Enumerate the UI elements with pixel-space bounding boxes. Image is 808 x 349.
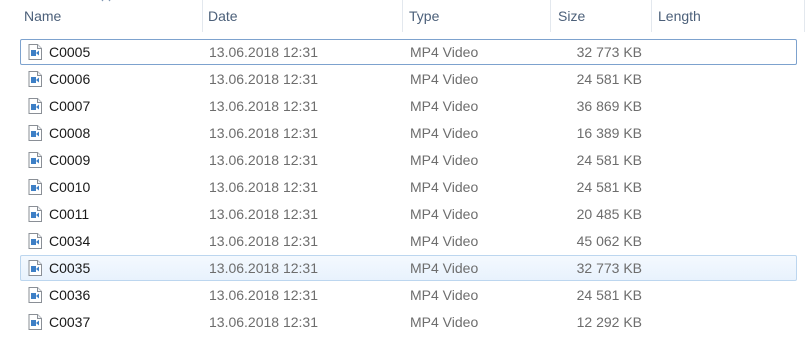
column-header-length[interactable]: Length xyxy=(654,0,804,32)
file-size: 45 062 KB xyxy=(576,233,642,249)
file-type: MP4 Video xyxy=(410,233,479,249)
file-name: C0034 xyxy=(49,233,91,249)
file-date: 13.06.2018 12:31 xyxy=(209,98,318,114)
column-divider[interactable] xyxy=(804,0,805,32)
video-file-icon xyxy=(28,152,42,168)
file-name: C0036 xyxy=(49,287,91,303)
file-name: C0006 xyxy=(49,71,91,87)
file-name: C0005 xyxy=(49,44,91,60)
file-size: 32 773 KB xyxy=(576,260,642,276)
column-header-type[interactable]: Type xyxy=(405,0,550,32)
video-file-icon xyxy=(28,233,42,249)
file-name: C0009 xyxy=(49,152,91,168)
column-header-size[interactable]: Size xyxy=(554,0,650,32)
file-name: C0011 xyxy=(49,206,90,222)
column-header-bar: Name Date Type Size Length xyxy=(0,0,808,34)
file-row[interactable]: C0036 13.06.2018 12:31 MP4 Video 24 581 … xyxy=(20,282,797,308)
file-type: MP4 Video xyxy=(410,98,479,114)
column-header-name[interactable]: Name xyxy=(20,0,202,32)
file-date: 13.06.2018 12:31 xyxy=(209,206,318,222)
file-size: 12 292 KB xyxy=(576,314,642,330)
file-row[interactable]: C0011 13.06.2018 12:31 MP4 Video 20 485 … xyxy=(20,201,797,227)
column-header-date[interactable]: Date xyxy=(204,0,402,32)
file-size: 24 581 KB xyxy=(576,152,642,168)
file-type: MP4 Video xyxy=(410,260,479,276)
file-row[interactable]: C0035 13.06.2018 12:31 MP4 Video 32 773 … xyxy=(20,255,797,281)
file-size: 32 773 KB xyxy=(576,44,642,60)
file-date: 13.06.2018 12:31 xyxy=(209,260,318,276)
file-row[interactable]: C0006 13.06.2018 12:31 MP4 Video 24 581 … xyxy=(20,66,797,92)
video-file-icon xyxy=(28,179,42,195)
file-row[interactable]: C0010 13.06.2018 12:31 MP4 Video 24 581 … xyxy=(20,174,797,200)
file-date: 13.06.2018 12:31 xyxy=(209,179,318,195)
video-file-icon xyxy=(28,287,42,303)
file-type: MP4 Video xyxy=(410,287,479,303)
file-size: 36 869 KB xyxy=(576,98,642,114)
video-file-icon xyxy=(28,260,42,276)
video-file-icon xyxy=(28,314,42,330)
file-date: 13.06.2018 12:31 xyxy=(209,152,318,168)
file-date: 13.06.2018 12:31 xyxy=(209,287,318,303)
file-date: 13.06.2018 12:31 xyxy=(209,314,318,330)
file-size: 24 581 KB xyxy=(576,71,642,87)
file-type: MP4 Video xyxy=(410,314,479,330)
file-name: C0035 xyxy=(49,260,91,276)
column-divider[interactable] xyxy=(202,0,203,32)
file-row[interactable]: C0037 13.06.2018 12:31 MP4 Video 12 292 … xyxy=(20,309,797,335)
file-row[interactable]: C0009 13.06.2018 12:31 MP4 Video 24 581 … xyxy=(20,147,797,173)
column-divider[interactable] xyxy=(651,0,652,32)
column-divider[interactable] xyxy=(402,0,403,32)
file-date: 13.06.2018 12:31 xyxy=(209,71,318,87)
video-file-icon xyxy=(28,98,42,114)
file-date: 13.06.2018 12:31 xyxy=(209,44,318,60)
file-row[interactable]: C0007 13.06.2018 12:31 MP4 Video 36 869 … xyxy=(20,93,797,119)
video-file-icon xyxy=(28,71,42,87)
file-size: 16 389 KB xyxy=(576,125,642,141)
file-type: MP4 Video xyxy=(410,179,479,195)
file-size: 20 485 KB xyxy=(576,206,642,222)
file-type: MP4 Video xyxy=(410,71,479,87)
file-date: 13.06.2018 12:31 xyxy=(209,233,318,249)
file-type: MP4 Video xyxy=(410,206,479,222)
file-name: C0010 xyxy=(49,179,91,195)
file-name: C0008 xyxy=(49,125,91,141)
video-file-icon xyxy=(28,206,42,222)
file-row[interactable]: C0005 13.06.2018 12:31 MP4 Video 32 773 … xyxy=(20,39,797,65)
file-type: MP4 Video xyxy=(410,125,479,141)
file-name: C0037 xyxy=(49,314,91,330)
file-type: MP4 Video xyxy=(410,44,479,60)
file-size: 24 581 KB xyxy=(576,287,642,303)
file-date: 13.06.2018 12:31 xyxy=(209,125,318,141)
file-type: MP4 Video xyxy=(410,152,479,168)
file-size: 24 581 KB xyxy=(576,179,642,195)
file-row[interactable]: C0008 13.06.2018 12:31 MP4 Video 16 389 … xyxy=(20,120,797,146)
video-file-icon xyxy=(28,44,42,60)
file-name: C0007 xyxy=(49,98,91,114)
file-row[interactable]: C0034 13.06.2018 12:31 MP4 Video 45 062 … xyxy=(20,228,797,254)
column-divider[interactable] xyxy=(550,0,551,32)
video-file-icon xyxy=(28,125,42,141)
